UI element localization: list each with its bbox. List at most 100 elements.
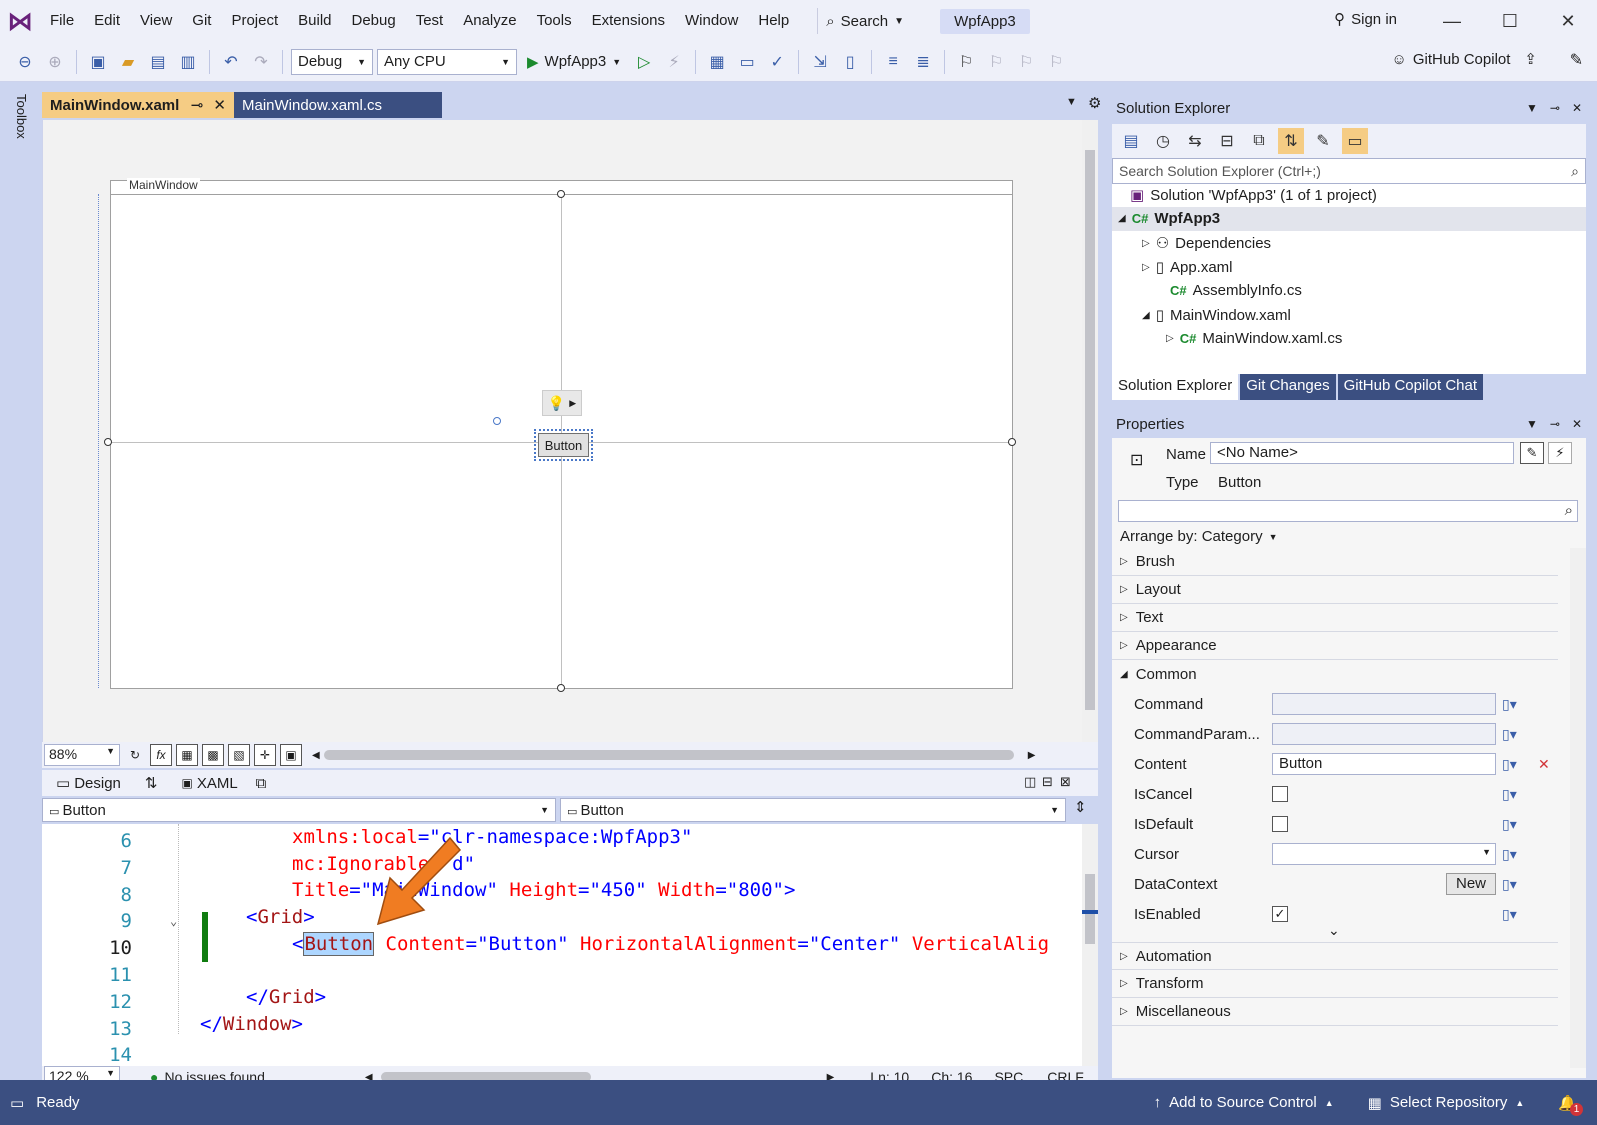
category-common[interactable]: ◢ Common	[1112, 660, 1558, 688]
property-marker-icon[interactable]: ▯▾	[1502, 786, 1517, 803]
element-scope-dropdown[interactable]: ▭ Button ▼	[42, 798, 556, 822]
maximize-icon[interactable]: ☐	[1481, 11, 1539, 32]
indent-icon[interactable]: ≡	[880, 49, 906, 75]
menu-analyze[interactable]: Analyze	[453, 0, 526, 42]
category-text[interactable]: ▷ Text	[1112, 604, 1558, 632]
command-parameter-input[interactable]	[1272, 723, 1496, 745]
notifications-icon[interactable]: 🔔 1	[1558, 1094, 1583, 1116]
project-code-icon[interactable]: ▣	[280, 744, 302, 766]
collapse-all-icon[interactable]: ⊟	[1214, 128, 1240, 154]
share-icon[interactable]: ⇪	[1524, 50, 1537, 68]
open-folder-icon[interactable]: ▰	[115, 49, 141, 75]
design-tab[interactable]: ▭ Design	[42, 774, 135, 793]
browse-icon[interactable]: ▦	[704, 49, 730, 75]
isenabled-checkbox[interactable]: ✓	[1272, 906, 1288, 922]
snap-gridlines-icon[interactable]: ▩	[202, 744, 224, 766]
tab-solution-explorer[interactable]: Solution Explorer	[1112, 374, 1239, 400]
hot-reload-icon[interactable]: ⚡	[661, 49, 687, 75]
category-brush[interactable]: ▷ Brush	[1112, 548, 1558, 576]
chevron-down-icon[interactable]: ▼	[1526, 101, 1538, 115]
scroll-right-icon[interactable]: ▶	[1028, 750, 1036, 761]
tab-github-copilot-chat[interactable]: GitHub Copilot Chat	[1337, 374, 1484, 400]
preview-icon[interactable]: ▭	[1342, 128, 1368, 154]
property-marker-icon[interactable]: ▯▾	[1502, 876, 1517, 893]
document-outline-icon[interactable]: ▯	[837, 49, 863, 75]
outdent-icon[interactable]: ≣	[910, 49, 936, 75]
menu-file[interactable]: File	[40, 0, 84, 42]
design-button-control[interactable]: Button	[534, 429, 593, 461]
artboard-icon[interactable]: ▧	[228, 744, 250, 766]
start-debugging-button[interactable]: ▶ WpfApp3 ▼	[521, 53, 627, 71]
pin-icon[interactable]: ⊸	[1550, 417, 1560, 431]
resize-handle-top[interactable]	[557, 190, 565, 198]
events-icon[interactable]: ⚡	[1548, 442, 1572, 464]
tree-item-mainwindow-xaml[interactable]: ◢ ▯ MainWindow.xaml	[1142, 306, 1291, 325]
close-icon[interactable]: ✕	[1539, 11, 1597, 32]
tree-item-app-xaml[interactable]: ▷ ▯ App.xaml	[1142, 258, 1233, 277]
cursor-dropdown[interactable]: ▼	[1272, 843, 1496, 865]
resize-handle-right[interactable]	[1008, 438, 1016, 446]
visual-studio-logo-icon[interactable]: ⋈	[0, 0, 40, 42]
next-bookmark-icon[interactable]: ⚐	[1013, 49, 1039, 75]
menu-window[interactable]: Window	[675, 0, 748, 42]
add-to-source-control-button[interactable]: ↑ Add to Source Control ▲	[1154, 1094, 1334, 1111]
clear-bookmarks-icon[interactable]: ⚐	[1043, 49, 1069, 75]
tab-git-changes[interactable]: Git Changes	[1240, 374, 1336, 400]
redo-icon[interactable]: ↷	[248, 49, 274, 75]
tab-mainwindow-xaml[interactable]: MainWindow.xaml ⊸ ✕	[42, 92, 234, 118]
split-vertical-icon[interactable]: ◫	[1024, 774, 1036, 790]
refresh-icon[interactable]: ↻	[124, 744, 146, 766]
isdefault-checkbox[interactable]	[1272, 816, 1288, 832]
output-icon[interactable]: ▭	[10, 1094, 24, 1112]
tree-item-solution[interactable]: ▣ Solution 'WpfApp3' (1 of 1 project)	[1130, 186, 1377, 205]
sign-in-button[interactable]: ⚲ Sign in	[1334, 10, 1397, 29]
category-layout[interactable]: ▷ Layout	[1112, 576, 1558, 604]
properties-vertical-scrollbar[interactable]	[1570, 548, 1586, 1068]
grid-icon[interactable]: ▦	[176, 744, 198, 766]
swap-panes-icon[interactable]: ⇅	[135, 774, 168, 792]
menu-edit[interactable]: Edit	[84, 0, 130, 42]
wrench-icon[interactable]: ✎	[1520, 442, 1544, 464]
menu-tools[interactable]: Tools	[527, 0, 582, 42]
menu-test[interactable]: Test	[406, 0, 454, 42]
select-repository-button[interactable]: ▦ Select Repository ▲	[1368, 1094, 1525, 1112]
chevron-down-icon[interactable]: ▼	[1526, 417, 1538, 431]
iscancel-checkbox[interactable]	[1272, 786, 1288, 802]
reset-property-icon[interactable]: ✕	[1538, 756, 1550, 773]
save-icon[interactable]: ▤	[145, 49, 171, 75]
menu-debug[interactable]: Debug	[342, 0, 406, 42]
forward-icon[interactable]: ⊕	[42, 49, 68, 75]
tree-item-project[interactable]: ◢ C# WpfApp3	[1118, 210, 1220, 227]
menu-build[interactable]: Build	[288, 0, 341, 42]
new-project-icon[interactable]: ▣	[85, 49, 111, 75]
collapse-pane-icon[interactable]: ⊠	[1060, 774, 1071, 790]
split-horizontal-icon[interactable]: ⊟	[1042, 774, 1053, 790]
configuration-dropdown[interactable]: Debug ▼	[291, 48, 373, 75]
snap-lines-icon[interactable]: ✛	[254, 744, 276, 766]
quick-actions-button[interactable]: 💡 ▶	[542, 390, 582, 416]
category-automation[interactable]: ▷ Automation	[1112, 942, 1558, 970]
menu-project[interactable]: Project	[221, 0, 288, 42]
back-icon[interactable]: ⊖	[12, 49, 38, 75]
property-marker-icon[interactable]: ▯▾	[1502, 696, 1517, 713]
switch-views-icon[interactable]: ▤	[1118, 128, 1144, 154]
designer-horizontal-scrollbar[interactable]	[323, 750, 1014, 760]
filter-icon[interactable]: ⇅	[1278, 128, 1304, 154]
element-member-dropdown[interactable]: ▭ Button ▼	[560, 798, 1066, 822]
solution-explorer-search-input[interactable]: Search Solution Explorer (Ctrl+;) ⌕	[1112, 158, 1586, 184]
name-input[interactable]: <No Name>	[1210, 442, 1514, 464]
designer-zoom-dropdown[interactable]: 88% ▼	[44, 744, 120, 766]
property-marker-icon[interactable]: ▯▾	[1502, 906, 1517, 923]
menu-help[interactable]: Help	[748, 0, 799, 42]
property-marker-icon[interactable]: ▯▾	[1502, 846, 1517, 863]
resize-handle-left[interactable]	[104, 438, 112, 446]
command-input[interactable]	[1272, 693, 1496, 715]
content-input[interactable]: Button	[1272, 753, 1496, 775]
resize-handle-bottom[interactable]	[557, 684, 565, 692]
scroll-left-icon[interactable]: ◀	[312, 750, 320, 761]
spellcheck-icon[interactable]: ✓	[764, 49, 790, 75]
collapse-region-icon[interactable]: ⌄	[170, 914, 177, 928]
pin-icon[interactable]: ⊸	[1550, 101, 1560, 115]
close-icon[interactable]: ✕	[213, 96, 226, 114]
xaml-tab[interactable]: ▣ XAML	[167, 775, 251, 792]
